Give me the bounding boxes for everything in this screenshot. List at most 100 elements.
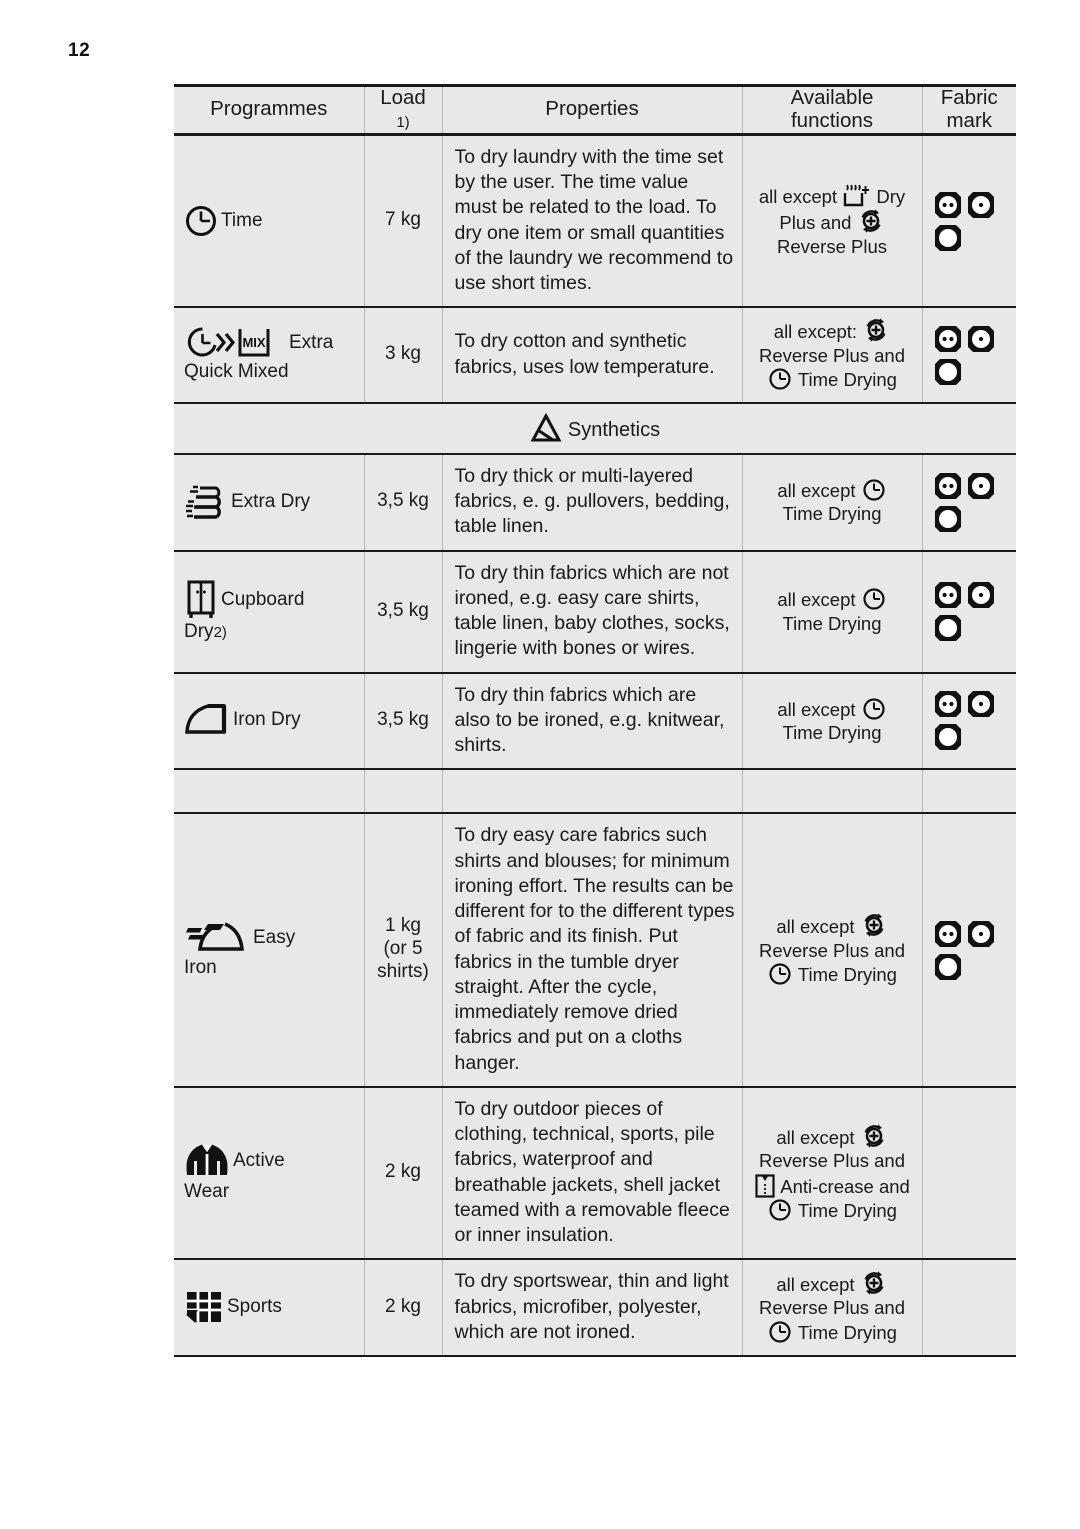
clock-icon xyxy=(862,478,886,502)
spacer-cell xyxy=(364,769,443,815)
reverse-plus-icon xyxy=(861,1123,887,1149)
func-text-pre: all except xyxy=(758,185,838,207)
reverse-plus-icon xyxy=(863,317,889,343)
programme-name: Easy xyxy=(253,927,296,949)
fabric-mark-two-dots xyxy=(933,190,963,220)
cell-properties: To dry thin fabrics which are also to be… xyxy=(442,672,743,771)
fabric-mark-no-dot xyxy=(933,504,963,534)
clock-icon xyxy=(768,1198,792,1222)
clock-icon xyxy=(768,367,792,391)
fabric-mark-row2 xyxy=(933,504,1017,536)
cell-fabric-mark xyxy=(922,813,1017,1088)
fabric-mark-group xyxy=(933,471,1017,536)
header-available-functions: Available functions xyxy=(742,85,923,136)
cell-load: 3 kg xyxy=(364,307,443,404)
fabric-mark-group xyxy=(933,580,1017,645)
header-available-functions-line1: Available xyxy=(790,86,874,109)
fabric-mark-one-dot xyxy=(966,919,996,949)
programmes-table: Programmes Load 1) Properties Available … xyxy=(174,84,1017,1358)
func-text-mid: Reverse Plus and xyxy=(758,1297,906,1319)
func-text-mid: Reverse Plus and xyxy=(758,344,906,366)
fabric-mark-two-dots xyxy=(933,580,963,610)
spacer-cell xyxy=(742,769,923,815)
cell-load: 1 kg (or 5 shirts) xyxy=(364,813,443,1088)
programme-name: Active xyxy=(233,1150,285,1172)
programme-name-line2: Dry xyxy=(184,620,214,642)
programme-name: Extra xyxy=(289,332,334,354)
table-row: Cupboard Dry2) 3,5 kg To dry thin fabric… xyxy=(174,550,1017,674)
fabric-mark-row2 xyxy=(933,722,1017,754)
programme-name-line2: Quick Mixed xyxy=(184,361,289,383)
cell-programme: Sports xyxy=(174,1259,365,1358)
cell-load: 3,5 kg xyxy=(364,672,443,771)
fabric-mark-group xyxy=(933,190,1017,255)
programme-name: Sports xyxy=(227,1296,282,1318)
programme-name: Time xyxy=(221,209,263,231)
clock-icon xyxy=(862,697,886,721)
fabric-mark-group xyxy=(933,689,1017,754)
spacer-cell xyxy=(442,769,743,815)
programme-footnote: 2) xyxy=(213,623,227,641)
reverse-plus-icon xyxy=(858,208,884,234)
table-body: Time 7 kg To dry laundry with the time s… xyxy=(174,134,1017,1358)
cell-properties: To dry cotton and synthetic fabrics, use… xyxy=(442,307,743,404)
fabric-mark-one-dot xyxy=(966,471,996,501)
spacer-cell xyxy=(174,769,365,815)
fabric-mark-no-dot xyxy=(933,357,963,387)
fabric-mark-no-dot xyxy=(933,613,963,643)
iron-icon xyxy=(184,702,230,738)
table-row: Active Wear 2 kg To dry outdoor pieces o… xyxy=(174,1086,1016,1261)
func-text-mid: Reverse Plus and xyxy=(758,1150,906,1172)
func-text-pre: all except: xyxy=(773,321,858,343)
clock-icon xyxy=(184,204,218,238)
fabric-mark-two-dots xyxy=(933,689,963,719)
cell-programme: Easy Iron xyxy=(174,813,365,1088)
fabric-mark-one-dot xyxy=(966,580,996,610)
programme-name-line2: Iron xyxy=(184,957,217,979)
cell-properties: To dry sportswear, thin and light fabric… xyxy=(442,1259,743,1358)
cell-fabric-mark xyxy=(922,134,1017,309)
func-text-pre: all except xyxy=(776,916,855,938)
cell-programme: Extra Dry xyxy=(174,453,365,552)
cell-fabric-mark xyxy=(922,1259,1016,1358)
header-fabric-mark: Fabric mark xyxy=(922,85,1016,136)
spacer-row xyxy=(174,769,1016,815)
fabric-mark-row2 xyxy=(933,357,1017,389)
fabric-mark-no-dot xyxy=(933,722,963,752)
cell-fabric-mark xyxy=(922,307,1017,404)
fabric-mark-row2 xyxy=(933,223,1017,255)
func-text-mid2: Anti-crease and xyxy=(780,1175,910,1197)
fabric-mark-no-dot xyxy=(933,223,963,253)
cell-available-functions: all except Reverse Plus and Time Drying xyxy=(742,813,923,1088)
table-row: Time 7 kg To dry laundry with the time s… xyxy=(174,134,1017,309)
func-text-pre: all except xyxy=(777,479,856,501)
cell-properties: To dry laundry with the time set by the … xyxy=(442,134,743,309)
svg-text:MIX: MIX xyxy=(242,335,265,350)
func-text-post: Time Drying xyxy=(797,369,897,391)
reverse-plus-icon xyxy=(861,912,887,938)
programme-name: Extra Dry xyxy=(231,490,311,512)
fabric-mark-row2 xyxy=(933,952,1017,984)
cell-available-functions: all except Time Drying xyxy=(742,453,923,552)
clock-icon xyxy=(768,1320,792,1344)
programme-name: Cupboard xyxy=(221,588,305,610)
table-row: Extra Dry 3,5 kg To dry thick or multi-l… xyxy=(174,453,1017,552)
cell-load: 3,5 kg xyxy=(364,453,443,552)
cell-available-functions: all except Time Drying xyxy=(742,550,923,674)
func-text-post: Time Drying xyxy=(797,1321,897,1343)
table-row: Iron Dry 3,5 kg To dry thin fabrics whic… xyxy=(174,672,1017,771)
cell-load: 3,5 kg xyxy=(364,550,443,674)
table-row: Easy Iron 1 kg (or 5 shirts) To dry easy… xyxy=(174,813,1017,1088)
header-load-label: Load xyxy=(380,86,426,109)
header-load: Load 1) xyxy=(364,85,443,136)
spacer-cell xyxy=(922,769,1016,815)
load-line3: shirts) xyxy=(377,961,429,982)
fabric-mark-two-dots xyxy=(933,919,963,949)
table-row: MIX Extra Quick Mixed 3 kg To dry cotton… xyxy=(174,307,1017,404)
table-header: Programmes Load 1) Properties Available … xyxy=(174,85,1016,136)
cell-programme: Active Wear xyxy=(174,1086,365,1261)
cell-available-functions: all except Reverse Plus and Time Drying xyxy=(742,1259,923,1358)
programme-name: Iron Dry xyxy=(233,709,301,731)
fabric-mark-row2 xyxy=(933,613,1017,645)
stacked-laundry-icon xyxy=(184,482,228,522)
